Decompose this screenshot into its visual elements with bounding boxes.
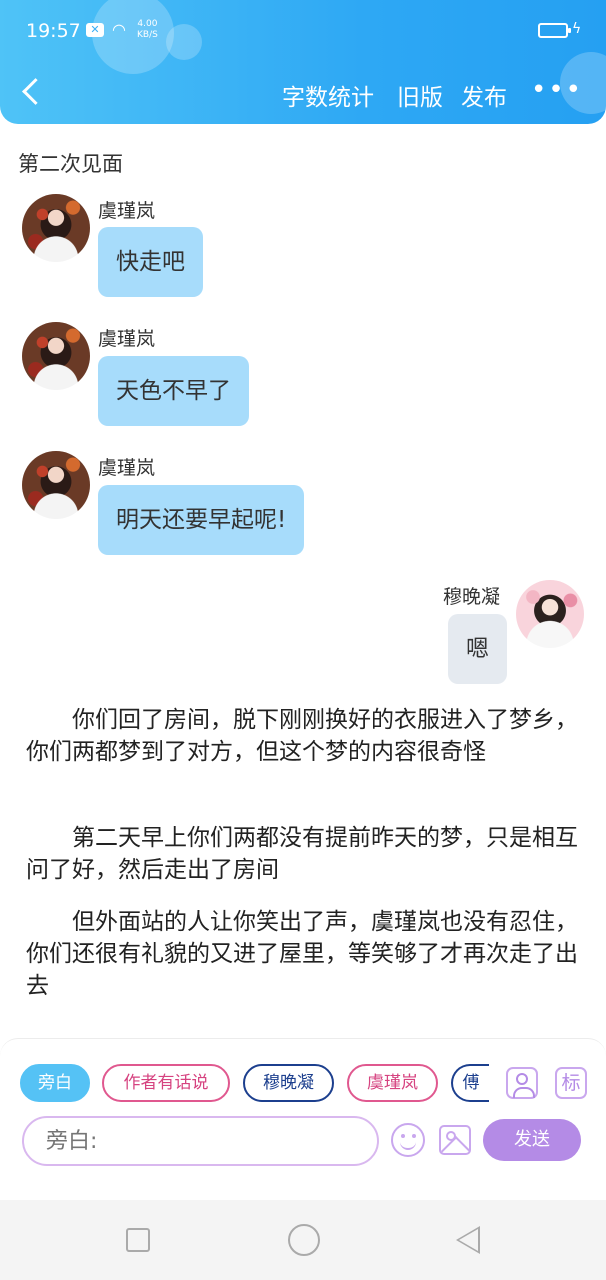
narration-paragraph[interactable]: 第二天早上你们两都没有提前昨天的梦，只是相互问了好，然后走出了房间 [26,822,582,886]
speed-unit: KB/S [137,30,158,40]
emoji-icon[interactable] [391,1123,425,1157]
charging-icon: ϟ [572,21,582,37]
battery-icon [538,23,571,38]
network-speed: 4.00 KB/S [137,19,158,41]
avatar[interactable] [22,194,90,262]
system-back-icon[interactable] [456,1226,480,1254]
speed-value: 4.00 [137,19,158,29]
message-bubble[interactable]: 快走吧 [98,227,203,297]
avatar[interactable] [22,322,90,390]
role-chip-author-note[interactable]: 作者有话说 [102,1064,230,1102]
status-time: 19:57 [26,20,81,42]
old-version-button[interactable]: 旧版 [397,78,443,112]
tag-icon[interactable]: 标 [555,1067,587,1099]
more-icon[interactable]: ••• [531,77,583,103]
wifi-icon: ◠ [112,20,126,39]
sender-name: 虞瑾岚 [98,200,156,222]
sender-name: 虞瑾岚 [98,457,156,479]
image-icon[interactable] [439,1125,471,1155]
decor-bubble [166,24,202,60]
decor-bubble [92,0,174,74]
message-bubble[interactable]: 嗯 [448,614,507,684]
role-chip-yu-jinlan[interactable]: 虞瑾岚 [347,1064,438,1102]
role-chip-mu-wanning[interactable]: 穆晚凝 [243,1064,334,1102]
sender-name: 穆晚凝 [443,586,501,608]
narration-paragraph[interactable]: 但外面站的人让你笑出了声，虞瑾岚也没有忍住，你们还很有礼貌的又进了屋里，等笑够了… [26,906,582,1002]
recent-apps-icon[interactable] [126,1228,150,1252]
avatar[interactable] [516,580,584,648]
role-chip-fu[interactable]: 傅 [451,1064,489,1102]
person-icon[interactable] [506,1067,538,1099]
message-input[interactable] [22,1116,379,1166]
avatar[interactable] [22,451,90,519]
message-bubble[interactable]: 天色不早了 [98,356,249,426]
publish-button[interactable]: 发布 [461,78,507,112]
chapter-title: 第二次见面 [18,152,123,176]
message-bubble[interactable]: 明天还要早起呢! [98,485,305,555]
sender-name: 虞瑾岚 [98,328,156,350]
app-header: 19:57 ✕ ◠ 4.00 KB/S ϟ 字数统计 旧版 发布 ••• [0,0,606,124]
word-count-button[interactable]: 字数统计 [282,78,374,112]
send-button[interactable]: 发送 [483,1119,581,1161]
home-icon[interactable] [288,1224,320,1256]
back-icon[interactable] [20,74,50,110]
notification-icon: ✕ [86,23,104,37]
narration-paragraph[interactable]: 你们回了房间，脱下刚刚换好的衣服进入了梦乡，你们两都梦到了对方，但这个梦的内容很… [26,704,582,768]
role-chip-narrator[interactable]: 旁白 [20,1064,90,1102]
